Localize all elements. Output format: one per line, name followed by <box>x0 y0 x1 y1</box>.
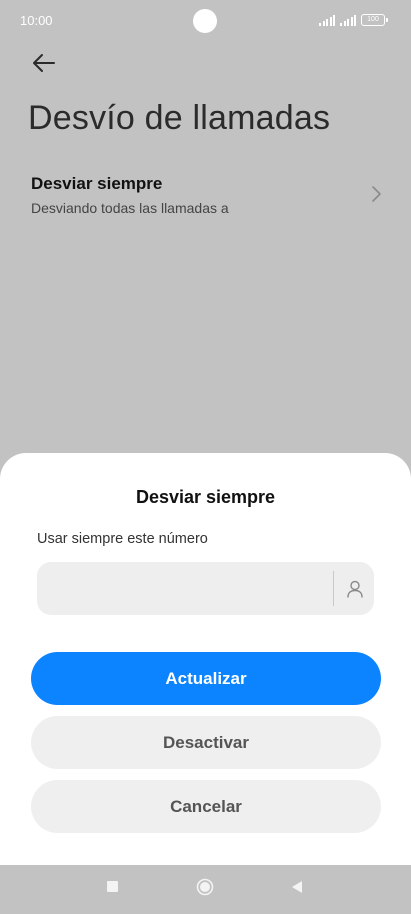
signal-icon <box>319 15 335 26</box>
navigation-bar <box>0 865 411 914</box>
dialog-title: Desviar siempre <box>135 487 276 507</box>
front-camera <box>193 9 217 33</box>
battery-icon: 100 <box>361 14 388 26</box>
chevron-right-icon <box>372 186 381 202</box>
status-bar: 10:00 100 <box>0 0 411 42</box>
number-field <box>37 562 374 615</box>
page-title: Desvío de llamadas <box>28 99 331 137</box>
status-icons: 100 <box>319 14 388 26</box>
number-field-label: Usar siempre este número <box>37 531 208 547</box>
disable-button[interactable]: Desactivar <box>31 716 381 769</box>
call-forwarding-screen: 10:00 100 Desvío de llamadas Desviar sie… <box>0 0 411 914</box>
forward-always-setting[interactable]: Desviar siempre Desviando todas las llam… <box>0 166 411 228</box>
signal-icon <box>340 15 356 26</box>
status-time: 10:00 <box>20 13 53 28</box>
square-icon[interactable] <box>107 881 118 892</box>
number-input[interactable] <box>37 562 327 615</box>
update-button[interactable]: Actualizar <box>31 652 381 705</box>
cancel-button[interactable]: Cancelar <box>31 780 381 833</box>
forward-always-dialog: Desviar siempre Usar siempre este número… <box>0 453 411 865</box>
triangle-back-icon[interactable] <box>290 879 304 895</box>
field-divider <box>333 571 334 606</box>
arrow-left-icon[interactable] <box>30 50 56 76</box>
setting-subtitle: Desviando todas las llamadas a <box>31 200 229 216</box>
person-icon[interactable] <box>346 579 364 599</box>
circle-icon[interactable] <box>196 878 214 896</box>
setting-title: Desviar siempre <box>31 174 163 193</box>
